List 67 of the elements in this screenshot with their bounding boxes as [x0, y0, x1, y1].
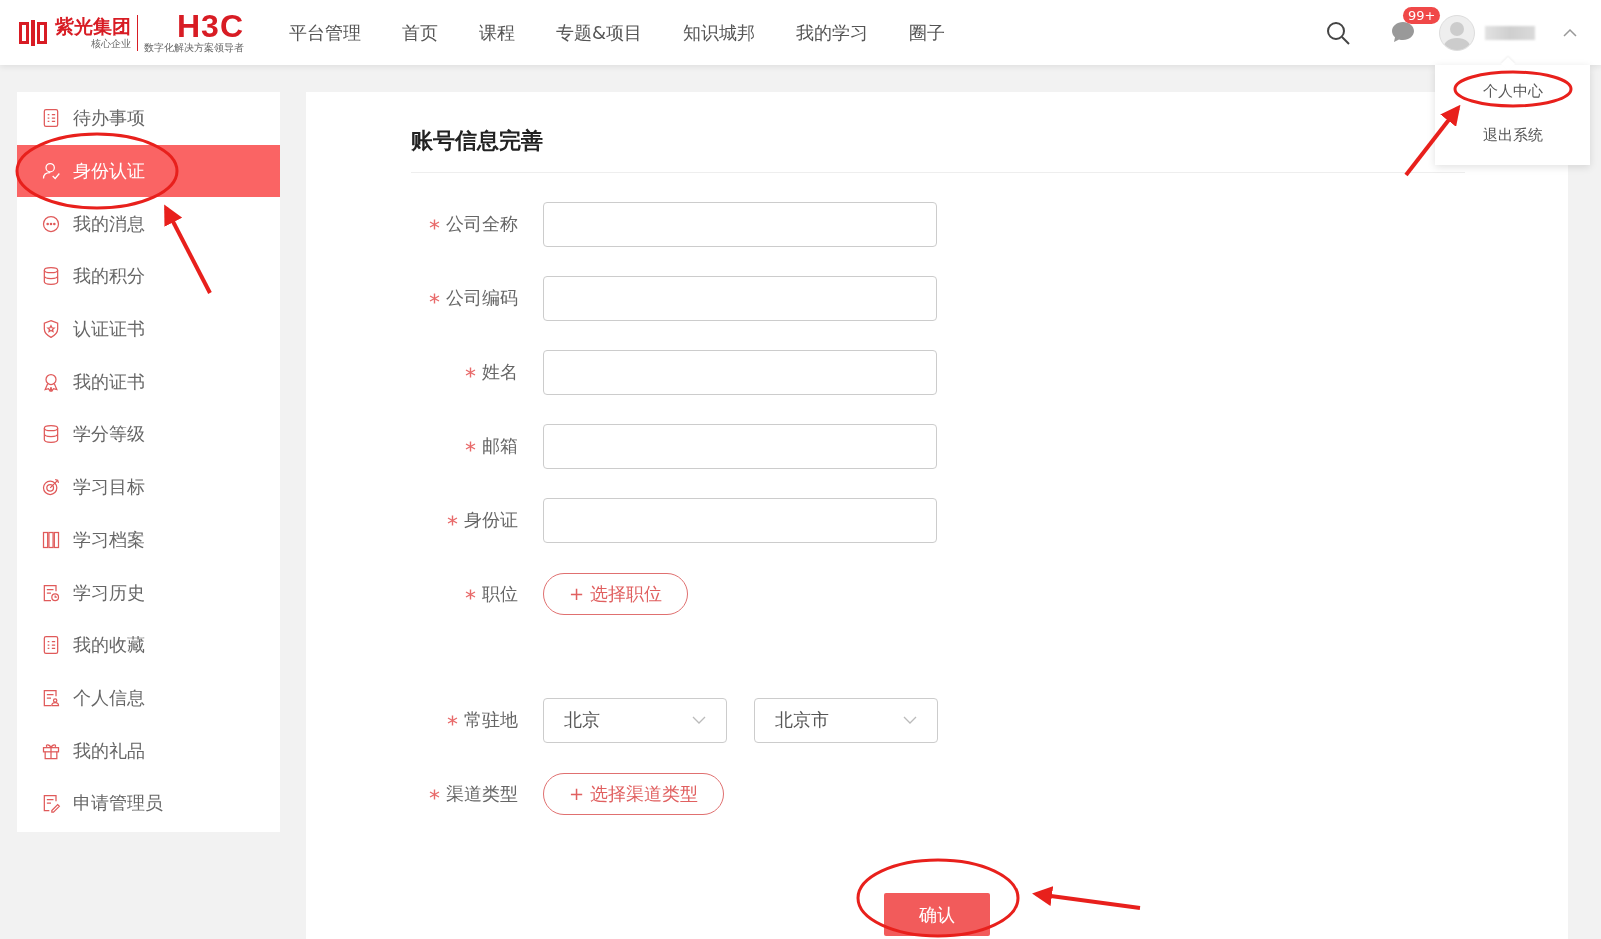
- nav-link[interactable]: 课程: [479, 20, 515, 45]
- sidebar-item[interactable]: 个人信息: [17, 671, 280, 725]
- field-label: 公司编码: [446, 286, 518, 310]
- input-field[interactable]: [543, 349, 937, 395]
- logo-name: 紫光集团: [55, 14, 131, 37]
- profile-icon: [41, 687, 61, 708]
- nav-link[interactable]: 我的学习: [796, 20, 869, 45]
- sidebar-item[interactable]: 我的收藏: [17, 618, 280, 672]
- sidebar-item[interactable]: 学习历史: [17, 566, 280, 619]
- field-label: 职位: [482, 582, 518, 606]
- field-label: 公司全称: [446, 212, 518, 236]
- nav-link[interactable]: 知识城邦: [683, 20, 756, 45]
- list-icon: [41, 108, 61, 129]
- sidebar-item[interactable]: 申请管理员: [17, 776, 280, 830]
- history-icon: [41, 582, 61, 603]
- avatar[interactable]: [1439, 14, 1475, 51]
- menu-item[interactable]: 退出系统: [1435, 113, 1590, 157]
- sidebar-item[interactable]: 我的证书: [17, 355, 280, 409]
- logo-tagline: 核心企业: [91, 36, 131, 51]
- sidebar-item[interactable]: 学分等级: [17, 408, 280, 461]
- sidebar-item[interactable]: 学习档案: [17, 513, 280, 567]
- confirm-button[interactable]: 确认: [884, 893, 990, 936]
- database-icon: [41, 266, 61, 287]
- books-icon: [41, 529, 61, 550]
- nav-link[interactable]: 专题&项目: [556, 20, 643, 45]
- field-label: 身份证: [464, 508, 518, 532]
- input-field[interactable]: [543, 497, 937, 543]
- list-icon: [41, 635, 61, 656]
- chevron-down-icon: [903, 716, 917, 724]
- search-icon[interactable]: [1325, 19, 1351, 46]
- sidebar-item[interactable]: 我的积分: [17, 250, 280, 303]
- database-icon: [41, 424, 61, 445]
- shield-icon: [41, 319, 61, 340]
- dropdown-field[interactable]: 北京市: [754, 697, 938, 743]
- brand-slogan: 数字化解决方案领导者: [144, 40, 244, 55]
- chat-icon: [41, 213, 61, 234]
- redacted-username: [1485, 25, 1535, 40]
- target-icon: [41, 477, 61, 498]
- form-title: 账号信息完善: [411, 127, 543, 155]
- user-icon: [41, 161, 61, 182]
- caret-icon[interactable]: [1563, 28, 1577, 37]
- dropdown-field[interactable]: 北京: [543, 697, 727, 743]
- select-button[interactable]: + 选择渠道类型: [543, 773, 724, 815]
- medal-icon: [41, 371, 61, 392]
- apply-icon: [41, 793, 61, 814]
- sidebar-item[interactable]: 我的消息: [17, 197, 280, 251]
- sidebar-item[interactable]: 待办事项: [17, 92, 280, 145]
- message-count-badge: 99+: [1403, 6, 1441, 24]
- field-label: 常驻地: [464, 708, 518, 732]
- chat-icon[interactable]: [1391, 20, 1415, 43]
- field-label: 邮箱: [482, 434, 518, 458]
- input-field[interactable]: [543, 423, 937, 469]
- field-label: 姓名: [482, 360, 518, 384]
- menu-item[interactable]: 个人中心: [1435, 69, 1590, 113]
- sidebar-item[interactable]: 我的礼品: [17, 724, 280, 777]
- logo-icon: [17, 17, 49, 48]
- nav-link[interactable]: 首页: [402, 20, 438, 45]
- nav-link[interactable]: 平台管理: [289, 20, 361, 45]
- nav-link[interactable]: 圈子: [909, 20, 946, 45]
- field-label: 渠道类型: [446, 782, 518, 806]
- sidebar-item[interactable]: 认证证书: [17, 302, 280, 356]
- chevron-down-icon: [692, 716, 706, 724]
- brand-logo: H3C: [177, 10, 244, 41]
- input-field[interactable]: [543, 275, 937, 321]
- sidebar-item[interactable]: 学习目标: [17, 460, 280, 514]
- input-field[interactable]: [543, 201, 937, 247]
- select-button[interactable]: + 选择职位: [543, 573, 688, 615]
